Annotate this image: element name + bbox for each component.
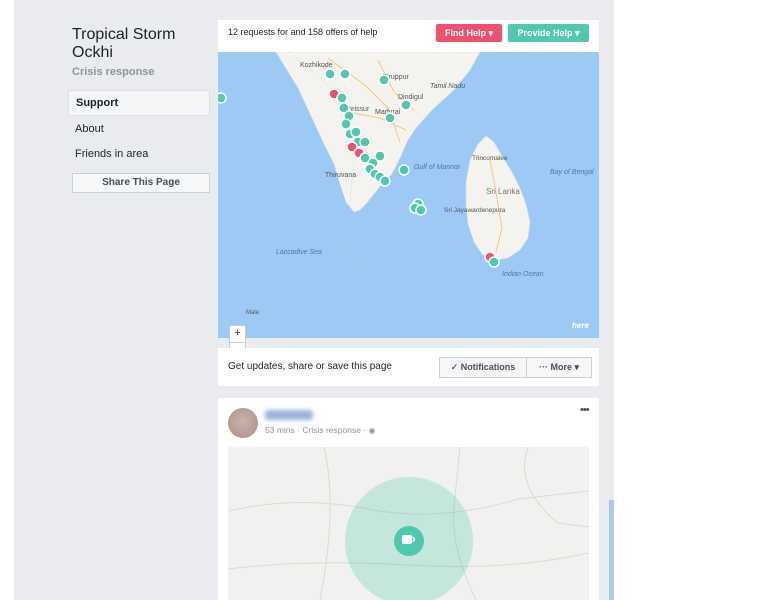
help-offer-pin[interactable]: [215, 92, 227, 104]
globe-icon: ◉: [368, 426, 376, 435]
zoom-in-button[interactable]: +: [230, 326, 245, 343]
provide-help-button[interactable]: Provide Help ▾: [508, 24, 589, 42]
sidebar-item-support[interactable]: Support: [68, 90, 210, 116]
page-updates-card: Get updates, share or save this page ✓ N…: [218, 348, 599, 386]
help-offer-pin[interactable]: [340, 118, 352, 130]
map-label-laccadive-sea: Laccadive Sea: [276, 249, 322, 256]
map-label-dindigul: Dindigul: [398, 94, 424, 101]
map-label-sri-jayawardenepura: Sri Jayawardenepura: [444, 207, 506, 214]
help-map-card: 12 requests for and 158 offers of help F…: [215, 20, 599, 359]
help-offer-pin[interactable]: [324, 68, 336, 80]
map-label-thiruvananthapuram: Thiruvana: [325, 172, 356, 179]
help-offer-pin[interactable]: [374, 150, 386, 162]
post-card: 53 mins · Crisis response · ◉ •••: [218, 398, 599, 600]
checkmark-icon: ✓: [450, 362, 459, 372]
help-offer-pin[interactable]: [488, 256, 500, 268]
help-offer-pin[interactable]: [350, 126, 362, 138]
sidebar-item-about[interactable]: About: [68, 117, 210, 141]
sidebar-nav: Support About Friends in area: [68, 90, 210, 167]
find-help-label: Find Help: [444, 28, 486, 38]
help-offer-pin[interactable]: [336, 92, 348, 104]
right-edge-bar: [609, 500, 614, 600]
map-label-bay-of-bengal: Bay of Bengal: [550, 169, 594, 176]
post-location-map[interactable]: [228, 447, 589, 600]
help-summary-text: 12 requests for and 158 offers of help: [228, 27, 378, 37]
more-button[interactable]: ··· More ▾: [526, 357, 592, 378]
help-offer-pin[interactable]: [400, 99, 412, 111]
share-page-button[interactable]: Share This Page: [72, 173, 210, 193]
map-attribution-here: here: [572, 321, 589, 330]
help-offer-pin[interactable]: [378, 74, 390, 86]
help-offer-pin[interactable]: [359, 136, 371, 148]
map-label-kozhikode: Kozhikode: [300, 62, 333, 69]
post-options-ellipsis-icon[interactable]: •••: [580, 404, 590, 416]
find-help-button[interactable]: Find Help ▾: [436, 24, 502, 42]
map-label-trincomalee: Trincomalee: [472, 155, 508, 162]
post-author-name-blurred[interactable]: [265, 410, 313, 420]
sidebar-item-friends-in-area[interactable]: Friends in area: [68, 142, 210, 166]
map-label-gulf-of-mannar: Gulf of Mannar: [414, 164, 461, 171]
help-offer-pin[interactable]: [384, 112, 396, 124]
ellipsis-icon: ···: [538, 362, 548, 372]
page-subtitle: Crisis response: [72, 66, 155, 78]
meta-separator: ·: [297, 425, 300, 435]
post-map-canvas: [228, 447, 589, 600]
avatar[interactable]: [228, 408, 258, 438]
notifications-button[interactable]: ✓ Notifications: [439, 357, 527, 378]
help-offer-pin[interactable]: [398, 164, 410, 176]
notifications-label: Notifications: [460, 362, 516, 372]
caret-down-icon: ▾: [488, 28, 494, 38]
coffee-cup-icon: [402, 535, 412, 544]
map-label-male: Male: [246, 310, 260, 316]
post-category[interactable]: Crisis response: [302, 425, 361, 435]
provide-help-label: Provide Help: [517, 28, 573, 38]
post-timestamp[interactable]: 53 mins: [265, 425, 295, 435]
map-label-sri-lanka: Sri Lanka: [486, 187, 520, 196]
caret-down-icon: ▾: [575, 28, 580, 38]
caret-down-icon: ▾: [574, 362, 580, 372]
help-offer-pin[interactable]: [415, 204, 427, 216]
help-offer-pin[interactable]: [339, 68, 351, 80]
map-canvas: Kozhikode Tiruppur Thrissur Dindigul Mad…: [215, 51, 599, 338]
map-label-tamil-nadu: Tamil Nadu: [430, 83, 465, 90]
page-title: Tropical Storm Ockhi: [72, 26, 176, 61]
post-meta: 53 mins · Crisis response · ◉: [265, 425, 376, 435]
meta-separator: ·: [363, 425, 367, 435]
help-map[interactable]: Kozhikode Tiruppur Thrissur Dindigul Mad…: [215, 51, 599, 359]
help-offer-pin[interactable]: [379, 175, 391, 187]
more-label: More: [550, 362, 572, 372]
map-label-indian-ocean: Indian Ocean: [502, 271, 544, 278]
page-updates-text: Get updates, share or save this page: [228, 361, 392, 372]
